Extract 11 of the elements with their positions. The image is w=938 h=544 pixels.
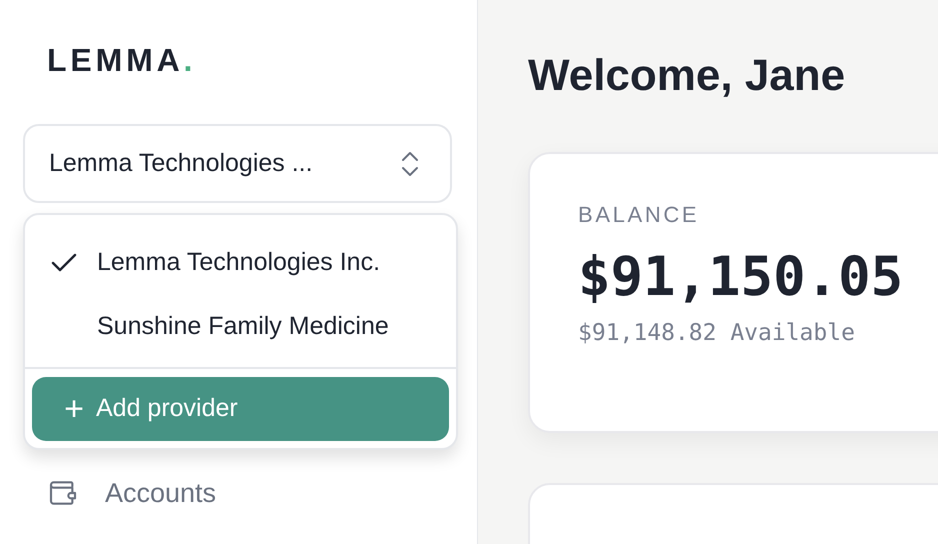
nav-item[interactable]: Accounts [47,473,216,514]
add-provider-button[interactable]: + Add provider [32,377,449,441]
chevron-up-down-icon [400,150,420,178]
welcome-heading: Welcome, Jane [528,54,846,98]
balance-amount: $91,150.05 [578,250,904,304]
balance-label: BALANCE [578,204,700,226]
available-amount: $91,148.82 Available [578,322,856,345]
logo: LEMMA. [47,41,198,76]
provider-select[interactable]: Lemma Technologies ... [23,124,452,203]
provider-option[interactable]: Lemma Technologies Inc. [97,244,380,282]
provider-option[interactable]: Sunshine Family Medicine [97,308,389,346]
